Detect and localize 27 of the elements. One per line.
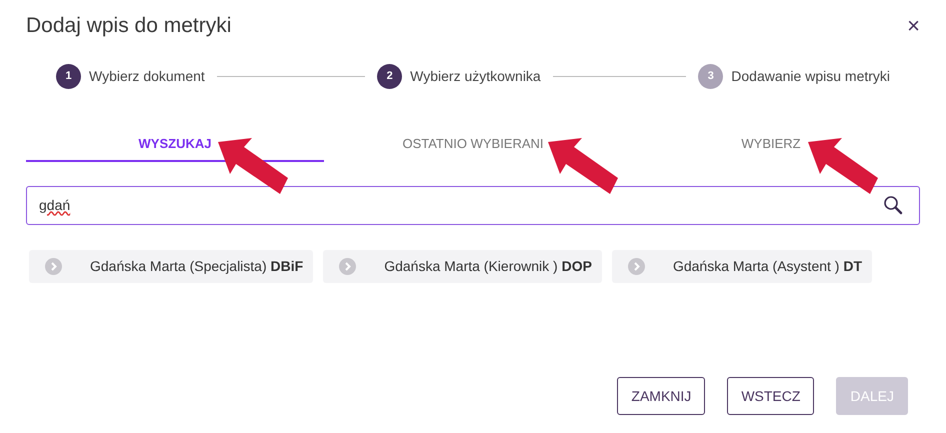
step-number: 2 bbox=[377, 64, 402, 88]
result-label: Gdańska Marta (Specjalista) DBiF bbox=[90, 256, 304, 276]
result-chip[interactable]: Gdańska Marta (Kierownik ) DOP bbox=[323, 250, 602, 282]
search-icon[interactable] bbox=[883, 195, 903, 215]
step-label: Dodawanie wpisu metryki bbox=[731, 66, 890, 86]
search-field[interactable]: gdań bbox=[26, 186, 920, 224]
annotation-arrow bbox=[548, 138, 620, 196]
result-label: Gdańska Marta (Asystent ) DT bbox=[672, 256, 862, 276]
chevron-icon bbox=[45, 258, 62, 274]
chevron-icon bbox=[339, 258, 356, 274]
annotation-arrow bbox=[808, 138, 880, 196]
step-label: Wybierz dokument bbox=[89, 66, 205, 86]
step-number: 1 bbox=[56, 64, 81, 88]
step-label: Wybierz użytkownika bbox=[410, 66, 541, 86]
close-button[interactable]: × bbox=[907, 14, 920, 37]
step-number: 3 bbox=[698, 64, 724, 88]
dialog-button[interactable]: ZAMKNIJ bbox=[617, 377, 706, 415]
chevron-icon bbox=[628, 258, 645, 274]
tab[interactable]: OSTATNIO WYBIERANI bbox=[324, 128, 622, 162]
annotation-arrow bbox=[218, 138, 290, 196]
result-label: Gdańska Marta (Kierownik ) DOP bbox=[384, 256, 592, 276]
result-chip[interactable]: Gdańska Marta (Specjalista) DBiF bbox=[29, 250, 314, 282]
search-input[interactable]: gdań bbox=[39, 194, 883, 216]
dialog-button[interactable]: WSTECZ bbox=[727, 377, 814, 415]
dialog-title: Dodaj wpis do metryki bbox=[26, 13, 232, 39]
result-chip[interactable]: Gdańska Marta (Asystent ) DT bbox=[612, 250, 872, 282]
tab[interactable]: WYBIERZ bbox=[622, 128, 920, 162]
